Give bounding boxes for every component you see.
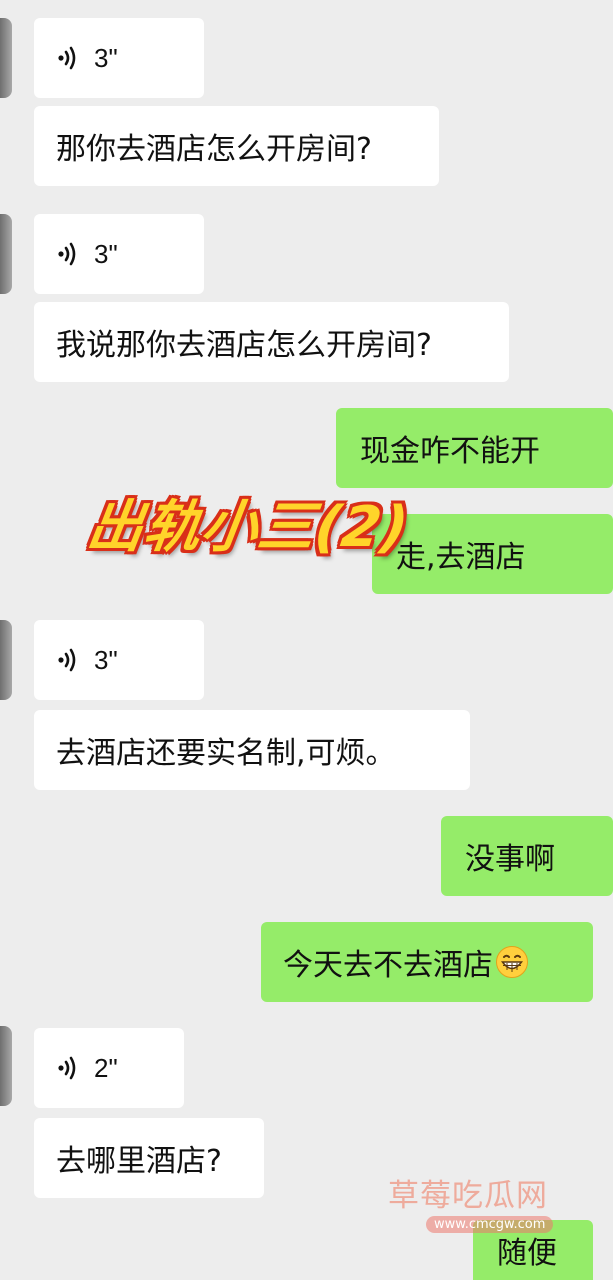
voice-message[interactable]: 3" (34, 214, 204, 294)
message-text: 现金咋不能开 (360, 434, 540, 469)
message-text: 走,去酒店 (396, 540, 526, 575)
voice-duration: 3" (94, 644, 118, 675)
message-bubble-incoming[interactable]: 那你去酒店怎么开房间? (34, 106, 439, 186)
message-bubble-outgoing[interactable]: 今天去不去酒店 (261, 922, 593, 1002)
message-bubble-outgoing[interactable]: 没事啊 (441, 816, 613, 896)
message-text: 今天去不去酒店 (283, 948, 493, 983)
message-bubble-incoming[interactable]: 我说那你去酒店怎么开房间? (34, 302, 509, 382)
watermark-url: www.cmcgw.com (426, 1216, 554, 1233)
voice-message[interactable]: 3" (34, 18, 204, 98)
avatar[interactable] (0, 214, 12, 294)
message-text: 那你去酒店怎么开房间? (56, 132, 372, 167)
message-text: 我说那你去酒店怎么开房间? (56, 328, 432, 363)
message-text: 去哪里酒店? (56, 1144, 222, 1179)
avatar[interactable] (0, 1026, 12, 1106)
message-text: 去酒店还要实名制,可烦。 (56, 736, 396, 771)
voice-wave-icon (56, 647, 78, 673)
watermark: 草莓吃瓜网 www.cmcgw.com (388, 1170, 578, 1240)
voice-wave-icon (56, 45, 78, 71)
voice-wave-icon (56, 1055, 78, 1081)
voice-duration: 3" (94, 42, 118, 73)
watermark-text: 草莓吃瓜网 (388, 1178, 548, 1214)
voice-duration: 2" (94, 1052, 118, 1083)
message-bubble-incoming[interactable]: 去酒店还要实名制,可烦。 (34, 710, 470, 790)
voice-wave-icon (56, 241, 78, 267)
voice-message[interactable]: 3" (34, 620, 204, 700)
grinning-face-emoji (495, 945, 529, 979)
avatar[interactable] (0, 18, 12, 98)
avatar[interactable] (0, 620, 12, 700)
message-bubble-incoming[interactable]: 去哪里酒店? (34, 1118, 264, 1198)
overlay-title: 出轨小三(2) (82, 495, 414, 560)
message-text: 没事啊 (465, 842, 555, 877)
voice-message[interactable]: 2" (34, 1028, 184, 1108)
voice-duration: 3" (94, 238, 118, 269)
message-bubble-outgoing[interactable]: 现金咋不能开 (336, 408, 613, 488)
